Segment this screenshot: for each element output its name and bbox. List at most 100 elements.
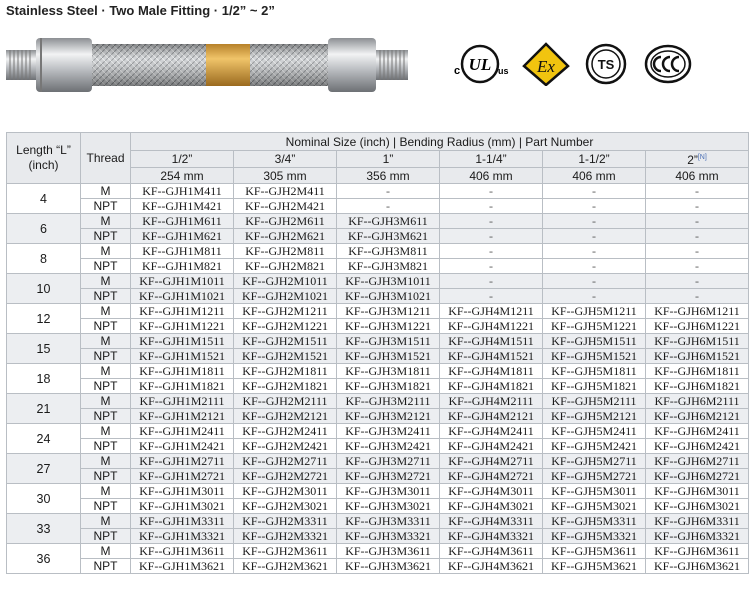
part-number-cell: KF--GJH4M1211 bbox=[439, 303, 543, 319]
thread-cell: NPT bbox=[80, 288, 131, 304]
part-number-cell: KF--GJH4M2711 bbox=[439, 453, 543, 469]
bending-radius-header: 356 mm bbox=[336, 167, 440, 184]
table-row: 24 M KF--GJH1M2411 KF--GJH2M2411 KF--GJH3M24… bbox=[6, 423, 749, 454]
length-cell: 10 bbox=[6, 273, 81, 304]
thread-cell: NPT bbox=[80, 198, 131, 214]
part-number-cell: KF--GJH5M3621 bbox=[542, 558, 646, 574]
size-header: 1-1/2” bbox=[542, 150, 646, 168]
part-number-cell: KF--GJH6M1221 bbox=[645, 318, 749, 334]
part-number-cell: KF--GJH1M3321 bbox=[130, 528, 234, 544]
bending-radius-header: 406 mm bbox=[439, 167, 543, 184]
part-number-cell: KF--GJH3M1811 bbox=[336, 363, 440, 379]
part-number-cell: KF--GJH2M3311 bbox=[233, 513, 337, 529]
size-label: 1-1/4” bbox=[475, 152, 507, 166]
part-number-cell: KF--GJH1M611 bbox=[130, 213, 234, 229]
part-number-cell: - bbox=[542, 183, 646, 199]
part-number-cell: KF--GJH4M3011 bbox=[439, 483, 543, 499]
size-label: 1/2” bbox=[171, 152, 193, 166]
part-number-cell: KF--GJH4M3321 bbox=[439, 528, 543, 544]
part-number-cell: KF--GJH2M821 bbox=[233, 258, 337, 274]
part-number-cell: KF--GJH2M1511 bbox=[233, 333, 337, 349]
part-number-cell: KF--GJH4M1521 bbox=[439, 348, 543, 364]
thread-cell: M bbox=[80, 243, 131, 259]
part-number-cell: KF--GJH6M1211 bbox=[645, 303, 749, 319]
part-number-cell: KF--GJH5M1221 bbox=[542, 318, 646, 334]
part-number-cell: KF--GJH1M1021 bbox=[130, 288, 234, 304]
cul-ul-text: UL bbox=[469, 55, 492, 74]
part-number-cell: - bbox=[439, 243, 543, 259]
part-number-cell: - bbox=[439, 228, 543, 244]
part-number-cell: - bbox=[542, 213, 646, 229]
part-number-cell: KF--GJH6M3621 bbox=[645, 558, 749, 574]
part-number-cell: KF--GJH3M3621 bbox=[336, 558, 440, 574]
length-cell: 24 bbox=[6, 423, 81, 454]
table-row: 4 M KF--GJH1M411 KF--GJH2M411- - - - bbox=[6, 183, 749, 214]
part-number-cell: KF--GJH3M3021 bbox=[336, 498, 440, 514]
thread-cell: M bbox=[80, 333, 131, 349]
size-label: 1” bbox=[382, 152, 394, 166]
part-number-cell: KF--GJH1M2121 bbox=[130, 408, 234, 424]
thread-cell: M bbox=[80, 483, 131, 499]
part-number-cell: - bbox=[542, 243, 646, 259]
table-row: NPT KF--GJH1M3621 KF--GJH2M3621 KF--GJH3M36… bbox=[7, 558, 749, 574]
thread-cell: M bbox=[80, 363, 131, 379]
part-number-cell: KF--GJH3M1011 bbox=[336, 273, 440, 289]
thread-cell: M bbox=[80, 453, 131, 469]
size-label: 1-1/2” bbox=[578, 152, 610, 166]
part-number-cell: KF--GJH3M2411 bbox=[336, 423, 440, 439]
table-row: 30 M KF--GJH1M3011 KF--GJH2M3011 KF--GJH3M30… bbox=[6, 483, 749, 514]
size-header: 1-1/4” bbox=[439, 150, 543, 168]
part-number-cell: KF--GJH1M3311 bbox=[130, 513, 234, 529]
part-number-cell: KF--GJH1M2411 bbox=[130, 423, 234, 439]
table-row: NPT KF--GJH1M1821 KF--GJH2M1821 KF--GJH3M18… bbox=[7, 378, 749, 394]
part-number-cell: KF--GJH2M611 bbox=[233, 213, 337, 229]
table-row: 12 M KF--GJH1M1211 KF--GJH2M1211 KF--GJH3M12… bbox=[6, 303, 749, 334]
part-number-cell: KF--GJH6M1521 bbox=[645, 348, 749, 364]
part-number-cell: KF--GJH5M2111 bbox=[542, 393, 646, 409]
length-cell: 36 bbox=[6, 543, 81, 574]
length-header: Length “L” (inch) bbox=[6, 132, 81, 184]
size-header: 1” bbox=[336, 150, 440, 168]
part-number-cell: KF--GJH5M3311 bbox=[542, 513, 646, 529]
part-number-cell: - bbox=[439, 183, 543, 199]
part-number-cell: KF--GJH6M3011 bbox=[645, 483, 749, 499]
size-header: 1/2” bbox=[130, 150, 234, 168]
part-number-cell: KF--GJH4M3311 bbox=[439, 513, 543, 529]
part-number-cell: KF--GJH6M1821 bbox=[645, 378, 749, 394]
size-header: 3/4” bbox=[233, 150, 337, 168]
thread-cell: NPT bbox=[80, 528, 131, 544]
part-number-cell: KF--GJH1M3611 bbox=[130, 543, 234, 559]
part-number-cell: KF--GJH6M2421 bbox=[645, 438, 749, 454]
ts-text: TS bbox=[598, 57, 615, 72]
table-row: NPT KF--GJH1M821 KF--GJH2M821 KF--GJH3M821-… bbox=[7, 258, 749, 274]
thread-cell: NPT bbox=[80, 348, 131, 364]
size-note: [N] bbox=[697, 154, 707, 161]
part-number-cell: - bbox=[542, 258, 646, 274]
part-number-cell: KF--GJH2M1011 bbox=[233, 273, 337, 289]
part-number-cell: - bbox=[645, 228, 749, 244]
part-number-cell: KF--GJH3M811 bbox=[336, 243, 440, 259]
part-number-cell: - bbox=[542, 288, 646, 304]
part-number-cell: KF--GJH6M3321 bbox=[645, 528, 749, 544]
thread-cell: NPT bbox=[80, 468, 131, 484]
part-number-cell: KF--GJH5M1511 bbox=[542, 333, 646, 349]
part-number-cell: KF--GJH1M1521 bbox=[130, 348, 234, 364]
part-number-cell: - bbox=[645, 258, 749, 274]
thread-cell: NPT bbox=[80, 558, 131, 574]
part-number-cell: KF--GJH4M1221 bbox=[439, 318, 543, 334]
part-number-cell: KF--GJH2M3021 bbox=[233, 498, 337, 514]
thread-cell: NPT bbox=[80, 408, 131, 424]
part-number-cell: KF--GJH2M2721 bbox=[233, 468, 337, 484]
part-number-cell: KF--GJH1M811 bbox=[130, 243, 234, 259]
part-number-cell: - bbox=[645, 243, 749, 259]
part-number-cell: KF--GJH5M2411 bbox=[542, 423, 646, 439]
part-number-cell: KF--GJH6M2111 bbox=[645, 393, 749, 409]
part-number-cell: - bbox=[542, 273, 646, 289]
thread-cell: M bbox=[80, 393, 131, 409]
part-number-cell: KF--GJH1M1811 bbox=[130, 363, 234, 379]
part-number-cell: KF--GJH3M3011 bbox=[336, 483, 440, 499]
part-number-cell: - bbox=[645, 183, 749, 199]
bending-radius-header: 406 mm bbox=[542, 167, 646, 184]
part-number-cell: KF--GJH5M3021 bbox=[542, 498, 646, 514]
table-row: NPT KF--GJH1M1021 KF--GJH2M1021 KF--GJH3M10… bbox=[7, 288, 749, 304]
